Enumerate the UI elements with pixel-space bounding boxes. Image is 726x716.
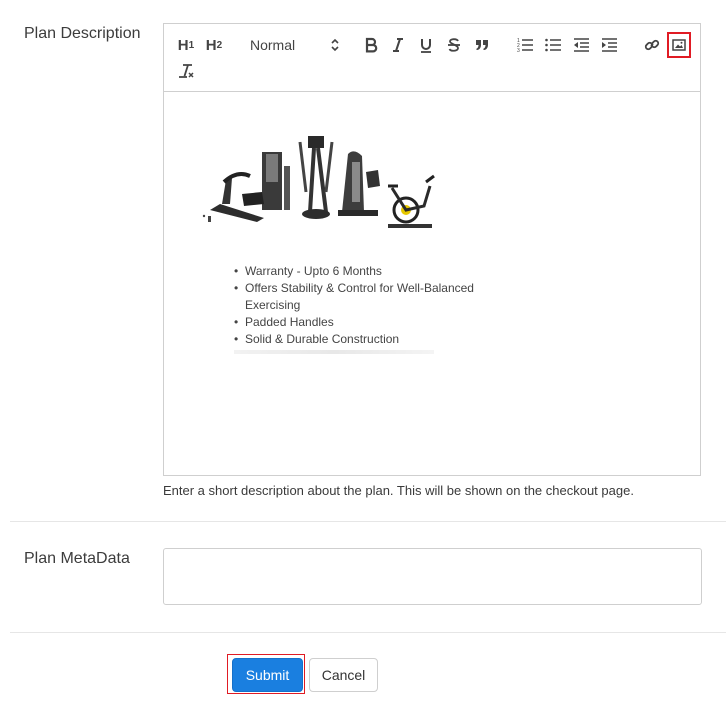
heading-2-sub: 2	[216, 39, 223, 51]
section-divider	[10, 632, 726, 633]
chevron-updown-icon	[331, 38, 339, 52]
cancel-button[interactable]: Cancel	[309, 658, 378, 692]
ordered-list-icon: 1 2 3	[517, 38, 533, 53]
list-item: Offers Stability & Control for Well-Bala…	[234, 280, 474, 314]
outdent-icon	[574, 38, 589, 52]
heading-1-button[interactable]: H1	[176, 34, 196, 56]
indent-button[interactable]	[600, 34, 618, 56]
bullet-list-icon	[545, 38, 561, 52]
clear-format-icon	[179, 64, 194, 78]
plan-description-label: Plan Description	[24, 25, 141, 42]
italic-button[interactable]	[389, 34, 407, 56]
image-icon	[672, 39, 686, 51]
svg-text:3: 3	[517, 48, 520, 53]
strike-icon	[448, 38, 460, 52]
indent-icon	[602, 38, 617, 52]
bold-icon	[365, 37, 378, 53]
heading-1-letter: H	[177, 36, 189, 54]
heading-2-button[interactable]: H2	[204, 34, 224, 56]
plan-metadata-label: Plan MetaData	[24, 550, 130, 567]
italic-icon	[393, 38, 403, 52]
clear-format-button[interactable]	[176, 60, 196, 82]
heading-2-letter: H	[205, 36, 217, 54]
rich-text-editor: H1 H2 Normal 1 2 3 • Warranty - Upto 6 M…	[163, 23, 701, 476]
underline-button[interactable]	[417, 34, 435, 56]
format-select[interactable]: Normal	[250, 34, 340, 56]
editor-toolbar: H1 H2 Normal 1 2 3	[164, 24, 700, 92]
submit-button[interactable]: Submit	[232, 658, 303, 692]
outdent-button[interactable]	[572, 34, 590, 56]
format-select-value: Normal	[250, 37, 296, 53]
image-button[interactable]	[667, 32, 691, 58]
link-button[interactable]	[643, 34, 661, 56]
plan-description-help-text: Enter a short description about the plan…	[163, 483, 634, 498]
bold-button[interactable]	[362, 34, 380, 56]
blockquote-icon	[476, 40, 488, 50]
gym-equipment-image	[202, 136, 435, 228]
blockquote-button[interactable]	[473, 34, 491, 56]
list-item: Padded Handles	[234, 314, 474, 331]
cropped-image-edge	[234, 350, 434, 354]
heading-1-sub: 1	[188, 39, 195, 51]
underline-icon	[421, 38, 431, 53]
link-icon	[644, 39, 660, 51]
list-item: Warranty - Upto 6 Months	[234, 263, 474, 280]
ordered-list-button[interactable]: 1 2 3	[516, 34, 534, 56]
editor-content[interactable]: Warranty - Upto 6 Months Offers Stabilit…	[164, 92, 700, 475]
list-item: Solid & Durable Construction	[234, 331, 474, 348]
bullet-list-button[interactable]	[544, 34, 562, 56]
section-divider	[10, 521, 726, 522]
strike-button[interactable]	[445, 34, 463, 56]
plan-metadata-input[interactable]	[163, 548, 702, 605]
feature-list: Warranty - Upto 6 Months Offers Stabilit…	[234, 263, 474, 348]
